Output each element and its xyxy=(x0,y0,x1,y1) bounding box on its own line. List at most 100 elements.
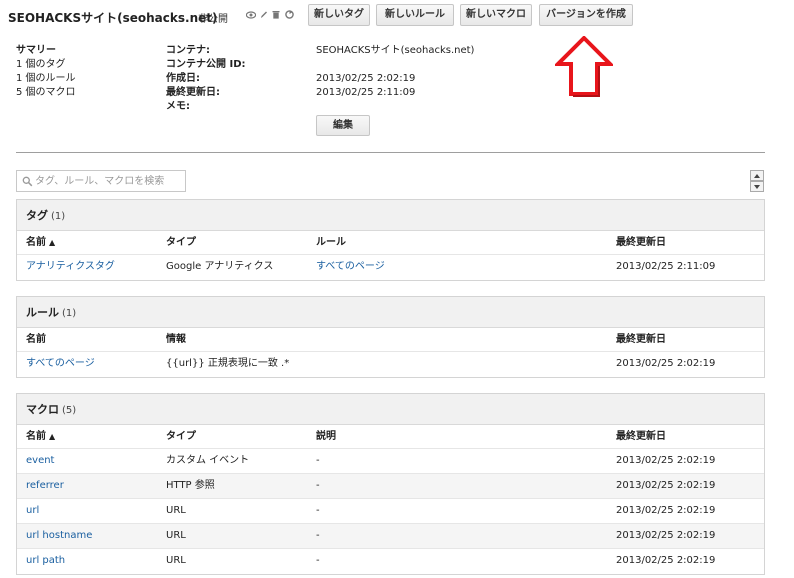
rules-panel-header: ルール (1) xyxy=(17,297,764,328)
column-header-name[interactable]: 名前 ▲ xyxy=(26,425,55,449)
macros-panel-title: マクロ xyxy=(26,403,59,416)
macro-type: URL xyxy=(166,555,186,566)
column-header-updated[interactable]: 最終更新日 xyxy=(616,231,666,255)
summary-tag-count: 1 個のタグ xyxy=(16,59,66,70)
value-created: 2013/02/25 2:02:19 xyxy=(316,73,416,84)
header-bar: SEOHACKSサイト(seohacks.net) 非公開 新しいタグ 新しいル… xyxy=(0,0,794,30)
macro-description: - xyxy=(316,530,320,541)
eye-icon[interactable] xyxy=(245,10,257,22)
trash-icon[interactable] xyxy=(272,10,280,22)
column-header-description[interactable]: 説明 xyxy=(316,425,336,449)
rules-panel-title: ルール xyxy=(26,306,59,319)
tags-panel-title: タグ xyxy=(26,209,48,222)
rule-updated: 2013/02/25 2:02:19 xyxy=(616,358,716,369)
column-header-name[interactable]: 名前 xyxy=(26,328,46,352)
value-public-id xyxy=(316,58,474,72)
table-header-row: 名前 ▲ タイプ 説明 最終更新日 xyxy=(17,425,764,449)
rules-panel-count: (1) xyxy=(62,308,77,319)
macro-description: - xyxy=(316,555,320,566)
table-row: url path URL - 2013/02/25 2:02:19 xyxy=(17,549,764,574)
new-rule-button[interactable]: 新しいルール xyxy=(376,4,454,26)
macro-description: - xyxy=(316,480,320,491)
table-row: url URL - 2013/02/25 2:02:19 xyxy=(17,499,764,524)
tags-panel-count: (1) xyxy=(51,211,66,222)
rule-info: {{url}} 正規表現に一致 .* xyxy=(166,358,290,369)
table-row: すべてのページ {{url}} 正規表現に一致 .* 2013/02/25 2:… xyxy=(17,352,764,377)
column-header-type[interactable]: タイプ xyxy=(166,231,196,255)
macro-updated: 2013/02/25 2:02:19 xyxy=(616,480,716,491)
table-row: アナリティクスタグ Google アナリティクス すべてのページ 2013/02… xyxy=(17,255,764,280)
value-memo xyxy=(316,100,474,114)
table-row: event カスタム イベント - 2013/02/25 2:02:19 xyxy=(17,449,764,474)
macro-description: - xyxy=(316,505,320,516)
summary-macro-count: 5 個のマクロ xyxy=(16,87,76,98)
section-divider xyxy=(16,152,765,153)
search-icon xyxy=(22,176,33,187)
column-header-updated[interactable]: 最終更新日 xyxy=(616,328,666,352)
macro-name-link[interactable]: url hostname xyxy=(26,524,92,548)
value-updated: 2013/02/25 2:11:09 xyxy=(316,87,416,98)
macro-type: URL xyxy=(166,505,186,516)
create-version-button[interactable]: バージョンを作成 xyxy=(539,4,633,26)
macro-updated: 2013/02/25 2:02:19 xyxy=(616,455,716,466)
up-arrow-annotation xyxy=(555,36,613,97)
label-container: コンテナ: xyxy=(166,45,210,56)
column-header-rule[interactable]: ルール xyxy=(316,231,346,255)
sort-asc-icon: ▲ xyxy=(49,432,56,441)
container-info-labels: コンテナ: コンテナ公開 ID: 作成日: 最終更新日: メモ: xyxy=(166,44,246,114)
macros-panel: マクロ (5) 名前 ▲ タイプ 説明 最終更新日 event カスタム イベント … xyxy=(16,393,765,575)
search-input[interactable] xyxy=(35,173,183,189)
table-row: referrer HTTP 参照 - 2013/02/25 2:02:19 xyxy=(17,474,764,499)
column-header-info[interactable]: 情報 xyxy=(166,328,186,352)
label-updated: 最終更新日: xyxy=(166,87,220,98)
macro-name-link[interactable]: referrer xyxy=(26,474,64,498)
table-header-row: 名前 ▲ タイプ ルール 最終更新日 xyxy=(17,231,764,255)
tag-name-link[interactable]: アナリティクスタグ xyxy=(26,255,115,279)
label-public-id: コンテナ公開 ID: xyxy=(166,59,246,70)
macro-updated: 2013/02/25 2:02:19 xyxy=(616,555,716,566)
sort-asc-icon: ▲ xyxy=(49,238,56,247)
publish-status: 非公開 xyxy=(198,14,228,25)
macro-name-link[interactable]: url path xyxy=(26,549,65,573)
rules-panel: ルール (1) 名前 情報 最終更新日 すべてのページ {{url}} 正規表現に… xyxy=(16,296,765,378)
container-title: SEOHACKSサイト(seohacks.net) xyxy=(8,11,218,25)
column-header-type[interactable]: タイプ xyxy=(166,425,196,449)
column-header-updated[interactable]: 最終更新日 xyxy=(616,425,666,449)
table-row: url hostname URL - 2013/02/25 2:02:19 xyxy=(17,524,764,549)
scroll-down-button[interactable] xyxy=(750,181,764,192)
pencil-icon[interactable] xyxy=(260,10,268,22)
summary-rule-count: 1 個のルール xyxy=(16,73,76,84)
macro-description: - xyxy=(316,455,320,466)
macro-type: HTTP 参照 xyxy=(166,480,215,491)
label-created: 作成日: xyxy=(166,73,200,84)
label-memo: メモ: xyxy=(166,101,190,112)
chevron-up-icon xyxy=(754,174,760,178)
rule-name-link[interactable]: すべてのページ xyxy=(26,352,95,376)
container-info-values: SEOHACKSサイト(seohacks.net) 2013/02/25 2:0… xyxy=(316,44,474,114)
edit-button[interactable]: 編集 xyxy=(316,115,370,136)
search-box[interactable] xyxy=(16,170,186,192)
scroll-up-button[interactable] xyxy=(750,170,764,181)
new-tag-button[interactable]: 新しいタグ xyxy=(308,4,370,26)
summary-heading: サマリー xyxy=(16,45,56,56)
share-icon[interactable] xyxy=(284,10,294,22)
macro-type: URL xyxy=(166,530,186,541)
summary-block: サマリー 1 個のタグ 1 個のルール 5 個のマクロ xyxy=(16,44,76,100)
macros-panel-count: (5) xyxy=(62,405,77,416)
macro-updated: 2013/02/25 2:02:19 xyxy=(616,530,716,541)
macro-name-link[interactable]: url xyxy=(26,499,39,523)
table-header-row: 名前 情報 最終更新日 xyxy=(17,328,764,352)
value-container: SEOHACKSサイト(seohacks.net) xyxy=(316,45,475,56)
tag-updated: 2013/02/25 2:11:09 xyxy=(616,261,716,272)
new-macro-button[interactable]: 新しいマクロ xyxy=(460,4,532,26)
column-header-name[interactable]: 名前 ▲ xyxy=(26,231,55,255)
tag-rule-link[interactable]: すべてのページ xyxy=(316,255,385,279)
macro-type: カスタム イベント xyxy=(166,455,250,466)
chevron-down-icon xyxy=(754,185,760,189)
tags-panel: タグ (1) 名前 ▲ タイプ ルール 最終更新日 アナリティクスタグ Google… xyxy=(16,199,765,281)
macro-updated: 2013/02/25 2:02:19 xyxy=(616,505,716,516)
tag-type: Google アナリティクス xyxy=(166,261,274,272)
header-icons xyxy=(245,10,295,22)
macro-name-link[interactable]: event xyxy=(26,449,54,473)
macros-panel-header: マクロ (5) xyxy=(17,394,764,425)
